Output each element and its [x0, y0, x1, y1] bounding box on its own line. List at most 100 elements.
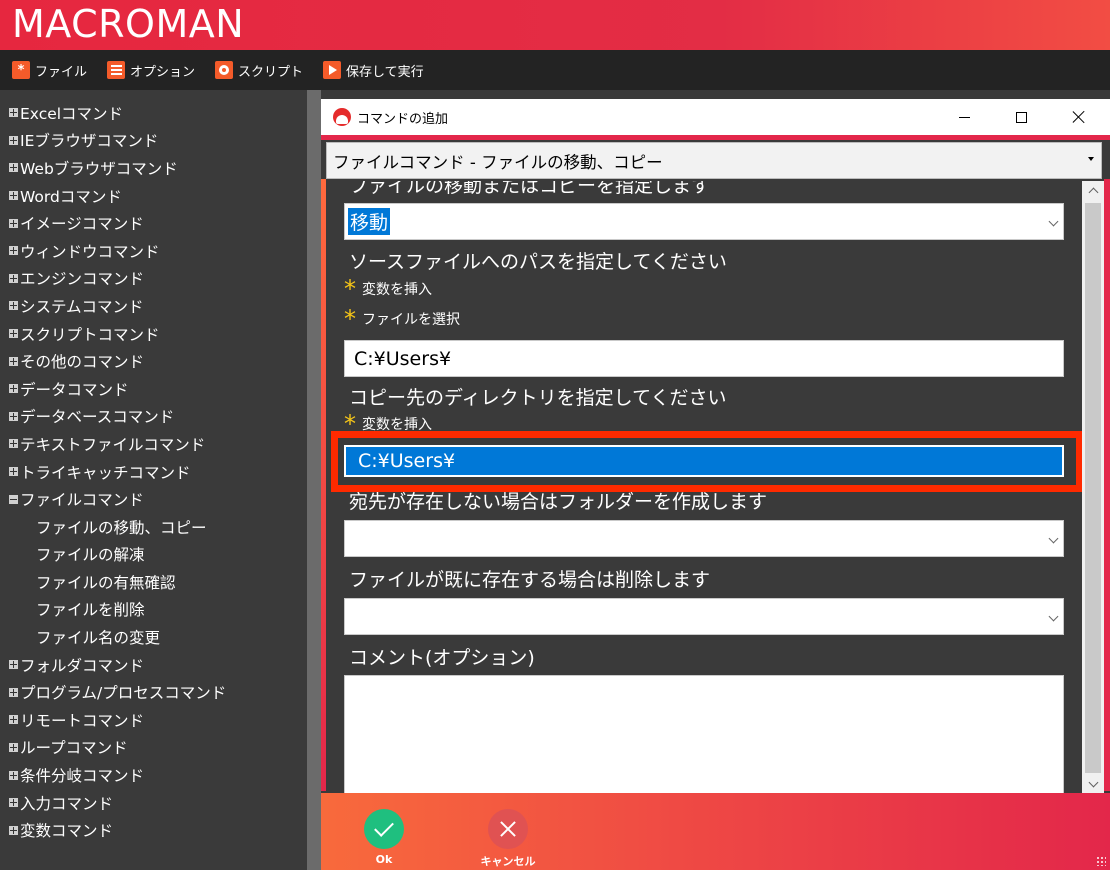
tree-category-item[interactable]: ファイルコマンド	[0, 485, 307, 513]
tree-category-item[interactable]: 条件分岐コマンド	[0, 761, 307, 789]
form-scrollbar[interactable]	[1082, 181, 1104, 793]
dialog-titlebar[interactable]: コマンドの追加	[321, 99, 1110, 135]
expand-icon[interactable]	[9, 825, 18, 835]
tree-item-label: ファイルの有無確認	[36, 573, 176, 592]
expand-icon[interactable]	[9, 715, 18, 725]
resize-grip-icon[interactable]	[1096, 856, 1106, 866]
expand-icon[interactable]	[9, 163, 18, 173]
tree-child-item[interactable]: ファイルの移動、コピー	[0, 513, 307, 541]
tree-child-item[interactable]: ファイルの解凍	[0, 541, 307, 569]
tree-category-item[interactable]: テキストファイルコマンド	[0, 430, 307, 458]
menu-options-label: オプション	[130, 64, 196, 80]
tree-category-item[interactable]: Wordコマンド	[0, 182, 307, 210]
tree-item-label: データコマンド	[20, 380, 129, 399]
insert-variable-link[interactable]: * 変数を挿入	[344, 277, 432, 301]
add-command-dialog: コマンドの追加 ファイルコマンド - ファイルの移動、コピー ファイルの移動また…	[321, 99, 1110, 870]
expand-icon[interactable]	[9, 301, 18, 311]
scroll-up-button[interactable]	[1082, 181, 1104, 199]
tree-category-item[interactable]: データベースコマンド	[0, 403, 307, 431]
tree-category-item[interactable]: 変数コマンド	[0, 816, 307, 844]
tree-item-label: エンジンコマンド	[20, 270, 145, 289]
tree-child-item[interactable]: ファイル名の変更	[0, 623, 307, 651]
expand-icon[interactable]	[9, 798, 18, 808]
tree-category-item[interactable]: データコマンド	[0, 375, 307, 403]
expand-icon[interactable]	[9, 742, 18, 752]
expand-icon[interactable]	[9, 135, 18, 145]
create-folder-select[interactable]	[344, 520, 1064, 557]
operation-select[interactable]: 移動	[344, 203, 1064, 240]
comment-label: コメント(オプション)	[349, 647, 535, 669]
close-button[interactable]	[1056, 99, 1102, 135]
cancel-button[interactable]: キャンセル	[468, 809, 548, 869]
expand-icon[interactable]	[9, 108, 18, 118]
dialog-title: コマンドの追加	[357, 111, 449, 127]
expand-icon[interactable]	[9, 467, 18, 477]
tree-category-item[interactable]: イメージコマンド	[0, 209, 307, 237]
tree-category-item[interactable]: ウィンドウコマンド	[0, 237, 307, 265]
tree-category-item[interactable]: ループコマンド	[0, 734, 307, 762]
expand-icon[interactable]	[9, 356, 18, 366]
ok-label: Ok	[375, 853, 393, 866]
tree-item-label: Excelコマンド	[20, 104, 124, 123]
select-file-link[interactable]: * ファイルを選択	[344, 307, 460, 331]
expand-icon[interactable]	[9, 384, 18, 394]
menu-lines-icon	[107, 61, 126, 79]
star-icon: *	[344, 275, 356, 303]
expand-icon[interactable]	[9, 191, 18, 201]
star-icon: *	[344, 305, 356, 333]
tree-category-item[interactable]: Excelコマンド	[0, 99, 307, 127]
select-file-label: ファイルを選択	[362, 312, 460, 328]
operation-value: 移動	[348, 208, 391, 235]
splitter[interactable]	[307, 90, 321, 870]
expand-icon[interactable]	[9, 439, 18, 449]
source-path-input[interactable]: C:¥Users¥	[344, 340, 1064, 377]
tree-child-item[interactable]: ファイルの有無確認	[0, 568, 307, 596]
maximize-button[interactable]	[998, 99, 1044, 135]
tree-category-item[interactable]: 入力コマンド	[0, 789, 307, 817]
tree-category-item[interactable]: エンジンコマンド	[0, 265, 307, 293]
tree-category-item[interactable]: システムコマンド	[0, 292, 307, 320]
close-icon	[1072, 110, 1086, 124]
tree-category-item[interactable]: プログラム/プロセスコマンド	[0, 678, 307, 706]
expand-icon[interactable]	[9, 660, 18, 670]
tree-category-item[interactable]: リモートコマンド	[0, 706, 307, 734]
tree-category-item[interactable]: スクリプトコマンド	[0, 320, 307, 348]
command-tree: Excelコマンド IEブラウザコマンド Webブラウザコマンド Wordコマンド イメ…	[0, 90, 307, 870]
menu-save-run[interactable]: 保存して実行	[323, 61, 424, 80]
collapse-icon[interactable]	[9, 494, 18, 504]
maximize-icon	[1015, 111, 1027, 123]
scroll-down-button[interactable]	[1082, 775, 1104, 793]
menu-save-run-label: 保存して実行	[346, 64, 424, 80]
dialog-right-border	[1104, 179, 1110, 791]
expand-icon[interactable]	[9, 411, 18, 421]
insert-variable-label: 変数を挿入	[362, 282, 432, 298]
menu-file[interactable]: * ファイル	[12, 61, 87, 80]
minimize-icon	[958, 116, 970, 118]
asterisk-icon: *	[12, 61, 30, 79]
scroll-thumb[interactable]	[1085, 203, 1101, 773]
expand-icon[interactable]	[9, 273, 18, 283]
menu-options[interactable]: オプション	[107, 61, 195, 80]
tree-category-item[interactable]: IEブラウザコマンド	[0, 127, 307, 155]
delete-existing-select[interactable]	[344, 598, 1064, 635]
menu-script[interactable]: スクリプト	[215, 61, 303, 80]
command-type-select[interactable]: ファイルコマンド - ファイルの移動、コピー	[326, 142, 1102, 179]
ok-button[interactable]: Ok	[344, 809, 424, 866]
delete-existing-label: ファイルが既に存在する場合は削除します	[349, 569, 711, 591]
tree-category-item[interactable]: フォルダコマンド	[0, 651, 307, 679]
expand-icon[interactable]	[9, 687, 18, 697]
tree-category-item[interactable]: トライキャッチコマンド	[0, 458, 307, 486]
tree-category-item[interactable]: その他のコマンド	[0, 347, 307, 375]
minimize-button[interactable]	[941, 99, 987, 135]
tree-category-item[interactable]: Webブラウザコマンド	[0, 154, 307, 182]
expand-icon[interactable]	[9, 218, 18, 228]
tree-item-label: スクリプトコマンド	[20, 325, 160, 344]
tree-child-item[interactable]: ファイルを削除	[0, 596, 307, 624]
ok-circle	[364, 809, 404, 849]
comment-textarea[interactable]	[344, 675, 1064, 793]
tree-item-label: その他のコマンド	[20, 353, 145, 372]
expand-icon[interactable]	[9, 329, 18, 339]
expand-icon[interactable]	[9, 246, 18, 256]
dest-dir-input[interactable]: C:¥Users¥	[344, 445, 1064, 477]
expand-icon[interactable]	[9, 770, 18, 780]
